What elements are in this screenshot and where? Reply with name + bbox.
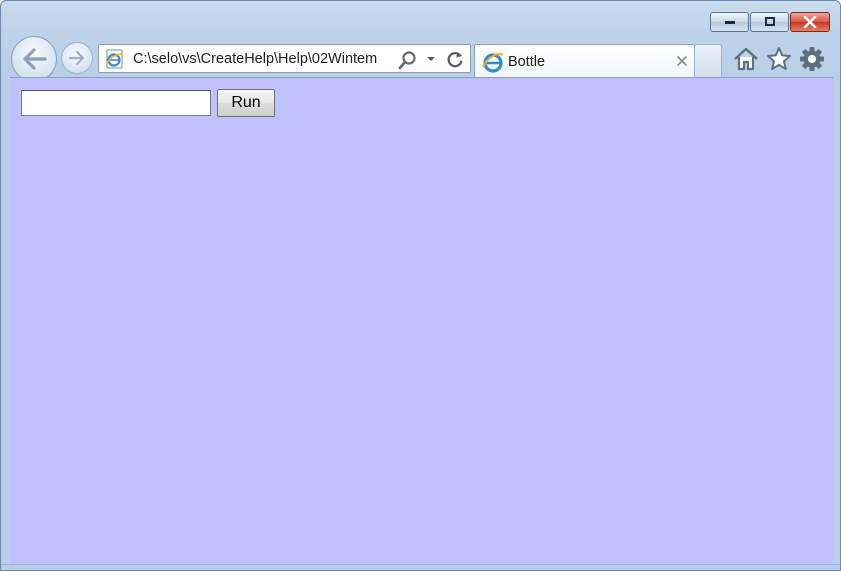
forward-button[interactable] [61,42,93,74]
search-icon[interactable] [398,50,418,70]
forward-arrow-icon [68,50,85,66]
home-icon[interactable] [732,45,760,73]
gear-icon[interactable] [798,45,826,73]
browser-window: C:\selo\vs\CreateHelp\Help\02Wintem Bott… [0,0,841,571]
restore-icon [764,17,775,26]
restore-button[interactable] [750,12,789,32]
minimize-button[interactable] [710,12,749,32]
ie-page-icon [482,53,504,73]
close-icon[interactable] [676,55,688,67]
address-bar[interactable]: C:\selo\vs\CreateHelp\Help\02Wintem [98,44,471,73]
refresh-icon[interactable] [445,49,465,69]
url-text[interactable]: C:\selo\vs\CreateHelp\Help\02Wintem [133,51,395,67]
close-icon [803,16,817,28]
dropdown-icon[interactable] [426,56,436,62]
new-tab-button[interactable] [694,44,722,77]
page-content: Run [10,77,833,565]
minimize-icon [724,21,735,24]
ie-page-icon [106,49,124,69]
run-button[interactable]: Run [217,89,275,117]
window-bottom-frame [1,564,840,570]
back-arrow-icon [23,48,47,70]
close-window-button[interactable] [790,12,830,32]
star-icon[interactable] [765,45,793,73]
back-button[interactable] [11,36,57,82]
tab-bottle[interactable]: Bottle [474,44,695,78]
text-input[interactable] [21,90,211,116]
tab-title: Bottle [508,54,546,70]
